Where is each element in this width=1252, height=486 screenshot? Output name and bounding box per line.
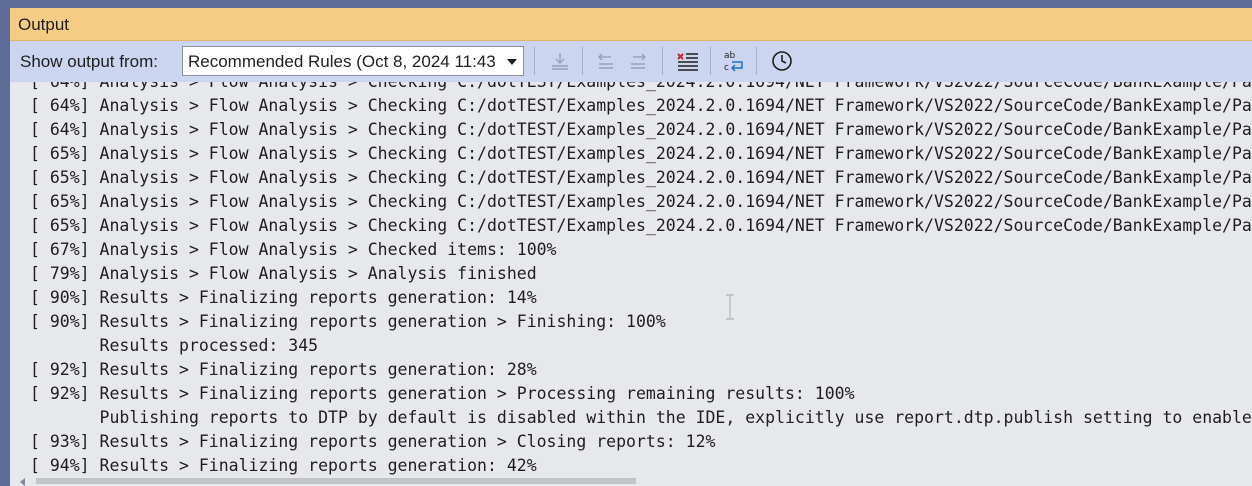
clear-all-icon bbox=[677, 53, 698, 71]
output-line: [ 94%] Results > Finalizing reports gene… bbox=[30, 456, 537, 475]
arrow-left-lines-icon bbox=[597, 53, 613, 69]
horizontal-scrollbar[interactable] bbox=[10, 478, 1252, 486]
output-line: [ 64%] Analysis > Flow Analysis > Checki… bbox=[30, 96, 1252, 115]
toolbar-separator bbox=[582, 47, 583, 75]
output-line: [ 92%] Results > Finalizing reports gene… bbox=[30, 384, 855, 403]
show-timestamps-button[interactable] bbox=[768, 47, 796, 75]
output-source-value: Recommended Rules (Oct 8, 2024 11:43 bbox=[188, 52, 496, 71]
previous-message-button[interactable] bbox=[592, 47, 620, 75]
left-frame bbox=[0, 0, 10, 486]
output-line: [ 65%] Analysis > Flow Analysis > Checki… bbox=[30, 144, 1252, 163]
clear-all-button[interactable] bbox=[674, 47, 702, 75]
window-title: Output bbox=[18, 15, 70, 34]
output-line: [ 90%] Results > Finalizing reports gene… bbox=[30, 288, 537, 307]
output-titlebar[interactable]: Output bbox=[10, 8, 1252, 41]
output-line: [ 92%] Results > Finalizing reports gene… bbox=[30, 360, 537, 379]
toolbar-separator bbox=[710, 47, 711, 75]
output-line: [ 65%] Analysis > Flow Analysis > Checki… bbox=[30, 192, 1252, 211]
text-cursor-icon bbox=[726, 294, 734, 320]
toolbar-separator bbox=[756, 47, 757, 75]
next-message-button[interactable] bbox=[624, 47, 652, 75]
output-source-dropdown[interactable]: Recommended Rules (Oct 8, 2024 11:43 bbox=[182, 46, 524, 76]
output-window: Output Show output from: Recommended Rul… bbox=[10, 8, 1252, 486]
svg-text:c: c bbox=[724, 63, 729, 73]
scrollbar-thumb[interactable] bbox=[36, 478, 636, 484]
word-wrap-icon: ab c bbox=[724, 51, 743, 73]
output-line: [ 64%] Analysis > Flow Analysis > Checki… bbox=[30, 82, 1252, 94]
output-line: [ 93%] Results > Finalizing reports gene… bbox=[30, 432, 716, 451]
toggle-word-wrap-button[interactable]: ab c bbox=[720, 47, 748, 75]
show-output-label: Show output from: bbox=[20, 52, 158, 71]
output-line: Publishing reports to DTP by default is … bbox=[30, 408, 1252, 427]
goto-line-icon bbox=[552, 53, 568, 70]
output-text-pane[interactable]: [ 64%] Analysis > Flow Analysis > Checki… bbox=[10, 82, 1252, 478]
find-message-in-code-button[interactable] bbox=[546, 47, 574, 75]
arrow-right-lines-icon bbox=[631, 53, 647, 69]
output-line: [ 64%] Analysis > Flow Analysis > Checki… bbox=[30, 120, 1252, 139]
svg-text:ab: ab bbox=[724, 51, 736, 61]
output-line: [ 79%] Analysis > Flow Analysis > Analys… bbox=[30, 264, 537, 283]
output-line: [ 90%] Results > Finalizing reports gene… bbox=[30, 312, 666, 331]
scroll-left-icon[interactable] bbox=[20, 478, 25, 486]
clock-icon bbox=[772, 51, 792, 71]
output-toolbar: Show output from: Recommended Rules (Oct… bbox=[10, 41, 1252, 82]
output-line: [ 65%] Analysis > Flow Analysis > Checki… bbox=[30, 216, 1252, 235]
output-line: Results processed: 345 bbox=[30, 336, 319, 355]
top-frame bbox=[0, 0, 1252, 8]
output-line: [ 67%] Analysis > Flow Analysis > Checke… bbox=[30, 240, 557, 259]
chevron-down-icon bbox=[507, 59, 517, 65]
output-line: [ 65%] Analysis > Flow Analysis > Checki… bbox=[30, 168, 1252, 187]
toolbar-separator bbox=[534, 47, 535, 75]
toolbar-separator bbox=[662, 47, 663, 75]
